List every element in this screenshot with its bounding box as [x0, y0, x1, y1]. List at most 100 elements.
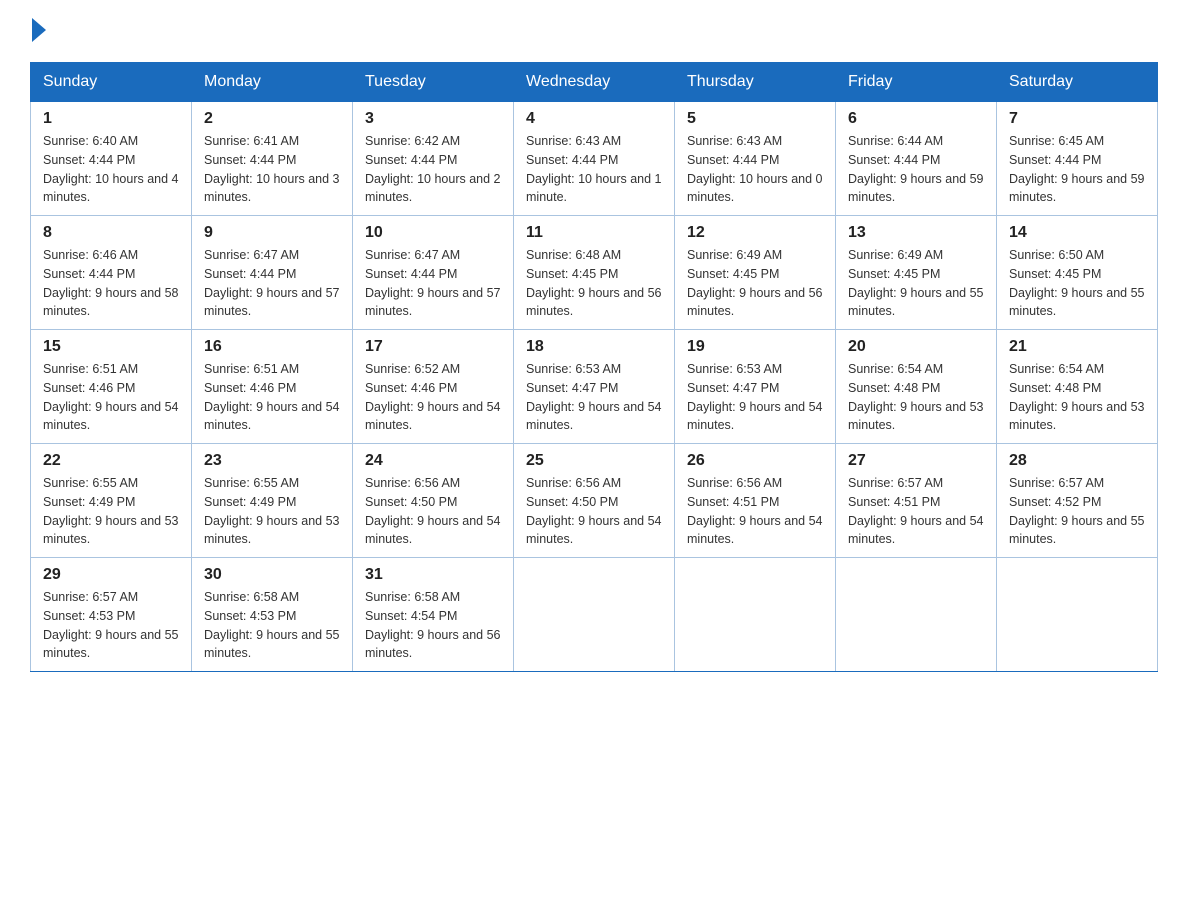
- calendar-cell: 9 Sunrise: 6:47 AMSunset: 4:44 PMDayligh…: [192, 216, 353, 330]
- day-info: Sunrise: 6:57 AMSunset: 4:53 PMDaylight:…: [43, 590, 179, 660]
- day-number: 28: [1009, 452, 1145, 470]
- day-info: Sunrise: 6:43 AMSunset: 4:44 PMDaylight:…: [687, 134, 823, 204]
- day-number: 6: [848, 110, 984, 128]
- calendar-cell: 22 Sunrise: 6:55 AMSunset: 4:49 PMDaylig…: [31, 444, 192, 558]
- day-info: Sunrise: 6:56 AMSunset: 4:51 PMDaylight:…: [687, 476, 823, 546]
- calendar-cell: [514, 558, 675, 672]
- day-number: 2: [204, 110, 340, 128]
- calendar-cell: [675, 558, 836, 672]
- day-info: Sunrise: 6:50 AMSunset: 4:45 PMDaylight:…: [1009, 248, 1145, 318]
- calendar-cell: 31 Sunrise: 6:58 AMSunset: 4:54 PMDaylig…: [353, 558, 514, 672]
- day-number: 7: [1009, 110, 1145, 128]
- calendar-cell: 2 Sunrise: 6:41 AMSunset: 4:44 PMDayligh…: [192, 102, 353, 216]
- calendar-table: SundayMondayTuesdayWednesdayThursdayFrid…: [30, 62, 1158, 672]
- day-number: 8: [43, 224, 179, 242]
- day-number: 29: [43, 566, 179, 584]
- calendar-cell: 27 Sunrise: 6:57 AMSunset: 4:51 PMDaylig…: [836, 444, 997, 558]
- day-number: 1: [43, 110, 179, 128]
- day-number: 14: [1009, 224, 1145, 242]
- calendar-cell: 23 Sunrise: 6:55 AMSunset: 4:49 PMDaylig…: [192, 444, 353, 558]
- day-number: 30: [204, 566, 340, 584]
- calendar-cell: 4 Sunrise: 6:43 AMSunset: 4:44 PMDayligh…: [514, 102, 675, 216]
- calendar-cell: 15 Sunrise: 6:51 AMSunset: 4:46 PMDaylig…: [31, 330, 192, 444]
- calendar-cell: 3 Sunrise: 6:42 AMSunset: 4:44 PMDayligh…: [353, 102, 514, 216]
- logo-arrow-icon: [32, 18, 46, 42]
- day-info: Sunrise: 6:40 AMSunset: 4:44 PMDaylight:…: [43, 134, 179, 204]
- page-header: [30, 20, 1158, 42]
- day-number: 24: [365, 452, 501, 470]
- calendar-cell: 7 Sunrise: 6:45 AMSunset: 4:44 PMDayligh…: [997, 102, 1158, 216]
- day-info: Sunrise: 6:41 AMSunset: 4:44 PMDaylight:…: [204, 134, 340, 204]
- calendar-cell: 8 Sunrise: 6:46 AMSunset: 4:44 PMDayligh…: [31, 216, 192, 330]
- calendar-cell: 10 Sunrise: 6:47 AMSunset: 4:44 PMDaylig…: [353, 216, 514, 330]
- day-info: Sunrise: 6:43 AMSunset: 4:44 PMDaylight:…: [526, 134, 662, 204]
- weekday-header-saturday: Saturday: [997, 63, 1158, 102]
- day-number: 26: [687, 452, 823, 470]
- day-info: Sunrise: 6:58 AMSunset: 4:53 PMDaylight:…: [204, 590, 340, 660]
- day-info: Sunrise: 6:52 AMSunset: 4:46 PMDaylight:…: [365, 362, 501, 432]
- calendar-cell: 14 Sunrise: 6:50 AMSunset: 4:45 PMDaylig…: [997, 216, 1158, 330]
- week-row-3: 15 Sunrise: 6:51 AMSunset: 4:46 PMDaylig…: [31, 330, 1158, 444]
- weekday-header-friday: Friday: [836, 63, 997, 102]
- day-info: Sunrise: 6:54 AMSunset: 4:48 PMDaylight:…: [848, 362, 984, 432]
- day-number: 4: [526, 110, 662, 128]
- day-number: 23: [204, 452, 340, 470]
- weekday-header-sunday: Sunday: [31, 63, 192, 102]
- day-info: Sunrise: 6:47 AMSunset: 4:44 PMDaylight:…: [365, 248, 501, 318]
- calendar-cell: 12 Sunrise: 6:49 AMSunset: 4:45 PMDaylig…: [675, 216, 836, 330]
- weekday-header-monday: Monday: [192, 63, 353, 102]
- day-info: Sunrise: 6:58 AMSunset: 4:54 PMDaylight:…: [365, 590, 501, 660]
- calendar-cell: 30 Sunrise: 6:58 AMSunset: 4:53 PMDaylig…: [192, 558, 353, 672]
- day-number: 5: [687, 110, 823, 128]
- day-info: Sunrise: 6:49 AMSunset: 4:45 PMDaylight:…: [687, 248, 823, 318]
- day-info: Sunrise: 6:55 AMSunset: 4:49 PMDaylight:…: [204, 476, 340, 546]
- calendar-cell: [836, 558, 997, 672]
- day-info: Sunrise: 6:55 AMSunset: 4:49 PMDaylight:…: [43, 476, 179, 546]
- day-info: Sunrise: 6:56 AMSunset: 4:50 PMDaylight:…: [365, 476, 501, 546]
- week-row-2: 8 Sunrise: 6:46 AMSunset: 4:44 PMDayligh…: [31, 216, 1158, 330]
- day-info: Sunrise: 6:42 AMSunset: 4:44 PMDaylight:…: [365, 134, 501, 204]
- day-info: Sunrise: 6:51 AMSunset: 4:46 PMDaylight:…: [43, 362, 179, 432]
- day-number: 13: [848, 224, 984, 242]
- weekday-header-thursday: Thursday: [675, 63, 836, 102]
- logo: [30, 20, 46, 42]
- calendar-cell: 13 Sunrise: 6:49 AMSunset: 4:45 PMDaylig…: [836, 216, 997, 330]
- day-info: Sunrise: 6:49 AMSunset: 4:45 PMDaylight:…: [848, 248, 984, 318]
- calendar-cell: 25 Sunrise: 6:56 AMSunset: 4:50 PMDaylig…: [514, 444, 675, 558]
- day-info: Sunrise: 6:47 AMSunset: 4:44 PMDaylight:…: [204, 248, 340, 318]
- day-number: 27: [848, 452, 984, 470]
- calendar-cell: 6 Sunrise: 6:44 AMSunset: 4:44 PMDayligh…: [836, 102, 997, 216]
- calendar-cell: 21 Sunrise: 6:54 AMSunset: 4:48 PMDaylig…: [997, 330, 1158, 444]
- calendar-cell: [997, 558, 1158, 672]
- day-number: 18: [526, 338, 662, 356]
- day-number: 3: [365, 110, 501, 128]
- weekday-header-row: SundayMondayTuesdayWednesdayThursdayFrid…: [31, 63, 1158, 102]
- day-number: 22: [43, 452, 179, 470]
- day-info: Sunrise: 6:45 AMSunset: 4:44 PMDaylight:…: [1009, 134, 1145, 204]
- day-info: Sunrise: 6:44 AMSunset: 4:44 PMDaylight:…: [848, 134, 984, 204]
- day-number: 17: [365, 338, 501, 356]
- day-number: 16: [204, 338, 340, 356]
- day-number: 19: [687, 338, 823, 356]
- day-info: Sunrise: 6:56 AMSunset: 4:50 PMDaylight:…: [526, 476, 662, 546]
- calendar-cell: 5 Sunrise: 6:43 AMSunset: 4:44 PMDayligh…: [675, 102, 836, 216]
- day-info: Sunrise: 6:48 AMSunset: 4:45 PMDaylight:…: [526, 248, 662, 318]
- day-number: 10: [365, 224, 501, 242]
- day-number: 21: [1009, 338, 1145, 356]
- calendar-cell: 28 Sunrise: 6:57 AMSunset: 4:52 PMDaylig…: [997, 444, 1158, 558]
- day-number: 9: [204, 224, 340, 242]
- calendar-cell: 17 Sunrise: 6:52 AMSunset: 4:46 PMDaylig…: [353, 330, 514, 444]
- calendar-cell: 18 Sunrise: 6:53 AMSunset: 4:47 PMDaylig…: [514, 330, 675, 444]
- week-row-5: 29 Sunrise: 6:57 AMSunset: 4:53 PMDaylig…: [31, 558, 1158, 672]
- day-number: 15: [43, 338, 179, 356]
- day-number: 20: [848, 338, 984, 356]
- calendar-cell: 16 Sunrise: 6:51 AMSunset: 4:46 PMDaylig…: [192, 330, 353, 444]
- weekday-header-wednesday: Wednesday: [514, 63, 675, 102]
- calendar-cell: 19 Sunrise: 6:53 AMSunset: 4:47 PMDaylig…: [675, 330, 836, 444]
- calendar-cell: 29 Sunrise: 6:57 AMSunset: 4:53 PMDaylig…: [31, 558, 192, 672]
- calendar-cell: 24 Sunrise: 6:56 AMSunset: 4:50 PMDaylig…: [353, 444, 514, 558]
- day-number: 31: [365, 566, 501, 584]
- calendar-cell: 1 Sunrise: 6:40 AMSunset: 4:44 PMDayligh…: [31, 102, 192, 216]
- calendar-cell: 20 Sunrise: 6:54 AMSunset: 4:48 PMDaylig…: [836, 330, 997, 444]
- day-number: 11: [526, 224, 662, 242]
